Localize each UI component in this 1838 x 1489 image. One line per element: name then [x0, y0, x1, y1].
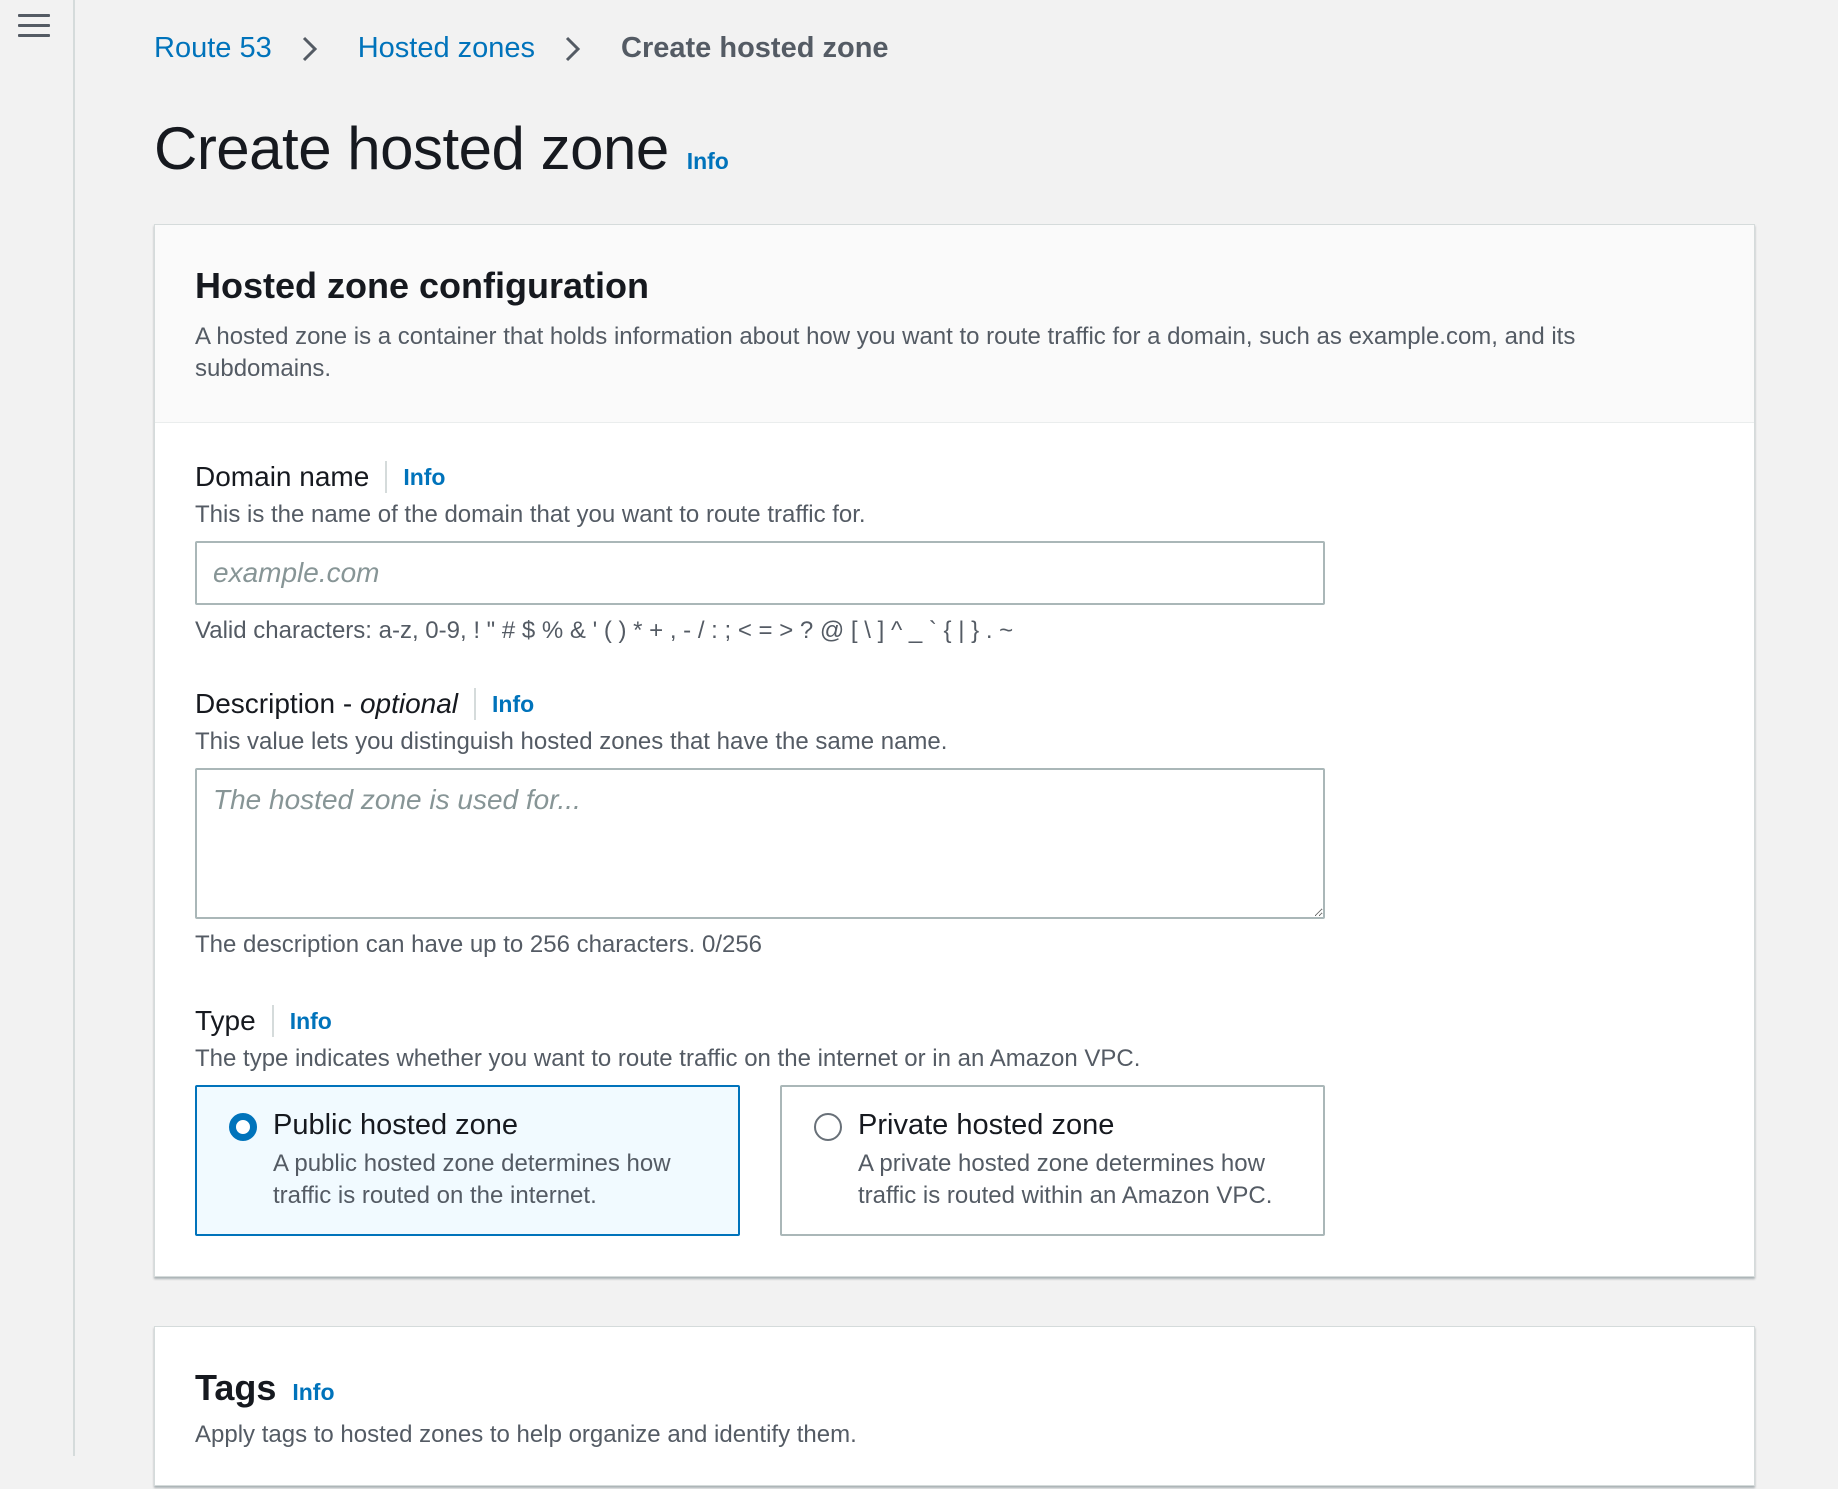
tags-info-link[interactable]: Info: [292, 1379, 334, 1406]
description-constraint: The description can have up to 256 chara…: [195, 931, 763, 958]
side-navigation-rail: [0, 0, 75, 1456]
private-hosted-zone-title: Private hosted zone: [858, 1109, 1115, 1141]
tags-panel: Tags Info Apply tags to hosted zones to …: [154, 1326, 1755, 1486]
public-hosted-zone-title: Public hosted zone: [273, 1109, 519, 1141]
description-field: Description - optional Info This value l…: [195, 686, 1325, 959]
description-help: This value lets you distinguish hosted z…: [195, 728, 948, 755]
menu-icon[interactable]: [18, 14, 50, 42]
chevron-right-icon: [302, 36, 317, 61]
description-info-link[interactable]: Info: [492, 691, 534, 718]
label-divider: [271, 1005, 274, 1037]
private-hosted-zone-option[interactable]: Private hosted zone A private hosted zon…: [780, 1085, 1325, 1236]
panel-description: A hosted zone is a container that holds …: [195, 323, 1576, 382]
page-info-link[interactable]: Info: [687, 148, 729, 175]
tags-title: Tags: [195, 1367, 277, 1408]
breadcrumb-current: Create hosted zone: [621, 32, 889, 64]
optional-label: optional: [359, 688, 459, 719]
radio-unselected-icon[interactable]: [814, 1113, 842, 1141]
label-divider: [474, 688, 477, 720]
private-hosted-zone-description: A private hosted zone determines how tra…: [858, 1150, 1273, 1209]
domain-name-input[interactable]: [195, 541, 1325, 605]
label-divider: [385, 461, 388, 493]
chevron-right-icon: [565, 36, 581, 61]
description-textarea[interactable]: [195, 768, 1325, 919]
domain-name-description: This is the name of the domain that you …: [195, 501, 866, 528]
domain-name-info-link[interactable]: Info: [403, 464, 445, 491]
breadcrumb-route53[interactable]: Route 53: [154, 32, 272, 65]
type-label: Type: [195, 1005, 256, 1036]
page-header: Create hosted zone Info: [154, 114, 729, 183]
description-label: Description - optional: [195, 688, 459, 719]
breadcrumb-hosted-zones[interactable]: Hosted zones: [358, 32, 535, 65]
type-info-link[interactable]: Info: [290, 1008, 332, 1035]
tags-header: Tags Info Apply tags to hosted zones to …: [155, 1327, 1754, 1489]
radio-selected-icon[interactable]: [229, 1113, 257, 1141]
breadcrumb: Route 53 Hosted zones Create hosted zone: [154, 32, 889, 65]
tags-description: Apply tags to hosted zones to help organ…: [195, 1421, 857, 1448]
public-hosted-zone-option[interactable]: Public hosted zone A public hosted zone …: [195, 1085, 740, 1236]
type-field: Type Info The type indicates whether you…: [195, 1003, 1325, 1236]
panel-title: Hosted zone configuration: [195, 265, 649, 306]
type-description: The type indicates whether you want to r…: [195, 1045, 1141, 1072]
domain-name-constraint: Valid characters: a-z, 0-9, ! " # $ % & …: [195, 617, 1014, 644]
page-title: Create hosted zone: [154, 115, 669, 182]
public-hosted-zone-description: A public hosted zone determines how traf…: [273, 1150, 671, 1209]
panel-header: Hosted zone configuration A hosted zone …: [155, 225, 1754, 423]
type-radio-group: Public hosted zone A public hosted zone …: [195, 1085, 1325, 1236]
domain-name-field: Domain name Info This is the name of the…: [195, 459, 1325, 645]
domain-name-label: Domain name: [195, 461, 370, 492]
hosted-zone-configuration-panel: Hosted zone configuration A hosted zone …: [154, 224, 1755, 1277]
